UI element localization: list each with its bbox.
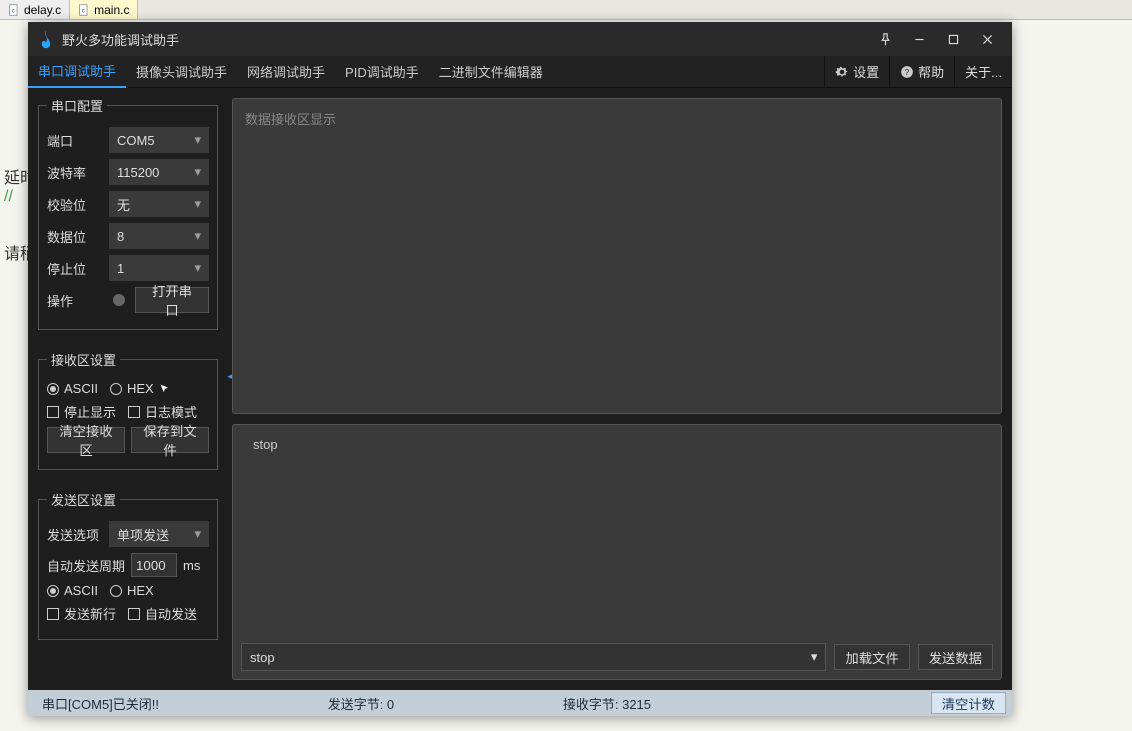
send-option-select[interactable]: 单项发送▾ [109,521,209,547]
chevron-down-icon: ▾ [811,649,818,665]
auto-send-period-input[interactable] [131,553,177,577]
status-dot-icon [113,294,125,306]
recv-hex-radio[interactable]: HEX [110,381,171,396]
send-data-button[interactable]: 发送数据 [918,644,993,670]
port-select[interactable]: COM5▾ [109,127,209,153]
load-file-button[interactable]: 加载文件 [834,644,909,670]
ide-tab[interactable]: cmain.c [70,0,138,19]
recv-config-group: 接收区设置 ASCII HEX 停止显示 日志模式 清空接收区 保存到文件 [38,350,218,470]
chevron-down-icon: ▾ [194,132,201,148]
clear-recv-button[interactable]: 清空接收区 [47,427,125,453]
databits-select[interactable]: 8▾ [109,223,209,249]
chevron-down-icon: ▾ [194,228,201,244]
recv-ascii-radio[interactable]: ASCII [47,381,98,396]
tab-pid[interactable]: PID调试助手 [335,56,429,88]
recv-placeholder: 数据接收区显示 [233,99,1001,138]
settings-button[interactable]: 设置 [824,56,889,88]
clear-count-button[interactable]: 清空计数 [931,692,1006,714]
close-button[interactable] [970,22,1004,56]
send-pane: stop stop▾ 加载文件 发送数据 [232,424,1002,680]
chevron-down-icon: ▾ [194,196,201,212]
status-recv: 接收字节: 3215 [549,694,925,713]
statusbar: 串口[COM5]已关闭!! 发送字节: 0 接收字节: 3215 清空计数 [28,690,1012,716]
titlebar: 野火多功能调试助手 [28,22,1012,56]
save-file-button[interactable]: 保存到文件 [131,427,209,453]
status-sent: 发送字节: 0 [173,694,549,713]
svg-text:?: ? [905,67,910,76]
parity-select[interactable]: 无▾ [109,191,209,217]
send-input-combo[interactable]: stop▾ [241,643,826,671]
send-history[interactable]: stop [241,429,993,641]
ide-tab[interactable]: cdelay.c [0,0,70,19]
svg-text:c: c [12,8,15,14]
send-config-group: 发送区设置 发送选项 单项发送▾ 自动发送周期 ms ASCII HEX 发送新… [38,490,218,640]
gear-icon [835,65,849,79]
svg-text:c: c [82,8,85,14]
app-title: 野火多功能调试助手 [62,30,179,49]
minimize-button[interactable] [902,22,936,56]
group-legend: 接收区设置 [47,350,120,369]
chevron-down-icon: ▾ [194,260,201,276]
pin-icon[interactable] [868,22,902,56]
status-port: 串口[COM5]已关闭!! [28,694,173,713]
tab-binary[interactable]: 二进制文件编辑器 [429,56,553,88]
about-button[interactable]: 关于... [954,56,1012,88]
help-icon: ? [900,65,914,79]
stop-display-check[interactable]: 停止显示 [47,402,116,421]
sidebar: ◂ 串口配置 端口 COM5▾ 波特率 115200▾ 校验位 无▾ 数据位 8… [28,88,228,690]
open-port-button[interactable]: 打开串口 [135,287,209,313]
tab-serial[interactable]: 串口调试助手 [28,56,126,88]
help-button[interactable]: ?帮助 [889,56,954,88]
tab-camera[interactable]: 摄像头调试助手 [126,56,237,88]
receive-pane[interactable]: 数据接收区显示 [232,98,1002,414]
send-hex-radio[interactable]: HEX [110,583,154,598]
app-icon [36,29,56,49]
log-mode-check[interactable]: 日志模式 [128,402,197,421]
cursor-icon [159,383,171,395]
maximize-button[interactable] [936,22,970,56]
group-legend: 发送区设置 [47,490,120,509]
main-area: 数据接收区显示 stop stop▾ 加载文件 发送数据 [228,88,1012,690]
group-legend: 串口配置 [47,96,107,115]
auto-send-check[interactable]: 自动发送 [128,604,197,623]
stopbits-select[interactable]: 1▾ [109,255,209,281]
ide-tab-bar: cdelay.c cmain.c [0,0,1132,20]
chevron-down-icon: ▾ [194,164,201,180]
serial-config-group: 串口配置 端口 COM5▾ 波特率 115200▾ 校验位 无▾ 数据位 8▾ … [38,96,218,330]
send-ascii-radio[interactable]: ASCII [47,583,98,598]
tab-network[interactable]: 网络调试助手 [237,56,335,88]
menubar: 串口调试助手 摄像头调试助手 网络调试助手 PID调试助手 二进制文件编辑器 设… [28,56,1012,88]
debug-assistant-window: 野火多功能调试助手 串口调试助手 摄像头调试助手 网络调试助手 PID调试助手 … [28,22,1012,716]
send-newline-check[interactable]: 发送新行 [47,604,116,623]
baud-select[interactable]: 115200▾ [109,159,209,185]
chevron-down-icon: ▾ [194,526,201,542]
